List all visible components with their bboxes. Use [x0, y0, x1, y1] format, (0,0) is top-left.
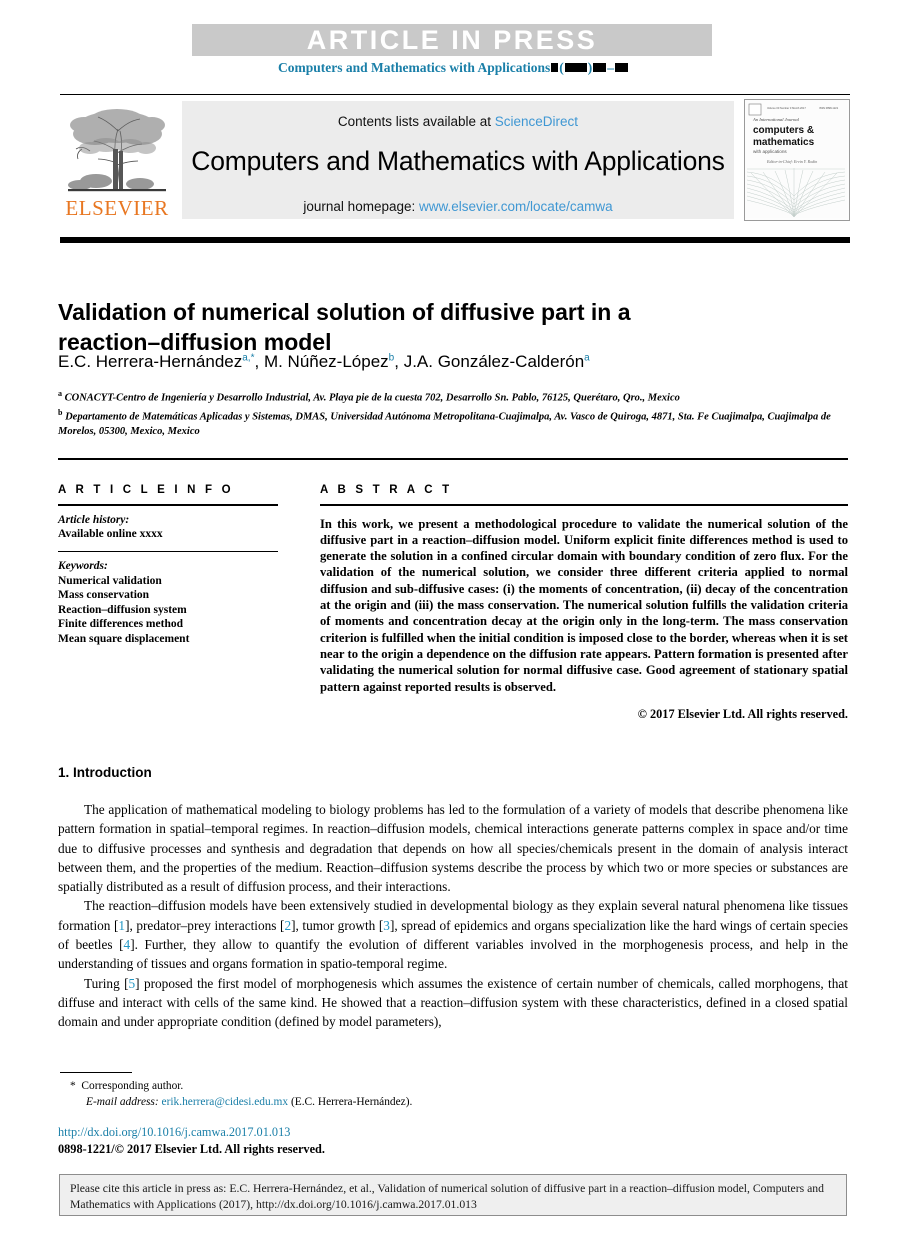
affiliation-mark-b: b — [58, 408, 63, 417]
para2-part-e: ]. Further, they allow to quantify the e… — [58, 937, 848, 972]
article-in-press-banner: ARTICLE IN PRESS — [192, 24, 712, 56]
placeholder-block-page-end — [615, 63, 628, 73]
doi-block: http://dx.doi.org/10.1016/j.camwa.2017.0… — [58, 1124, 325, 1157]
contents-prefix: Contents lists available at — [337, 114, 492, 129]
para2-part-c: ], tumor growth [ — [291, 917, 384, 933]
author-name-1: E.C. Herrera-Hernández — [58, 352, 243, 371]
journal-title: Computers and Mathematics with Applicati… — [191, 146, 725, 176]
corresponding-author-label: Corresponding author. — [81, 1080, 184, 1092]
affiliation-b: b Departamento de Matemáticas Aplicadas … — [58, 406, 848, 440]
abstract-column: A B S T R A C T In this work, we present… — [320, 484, 848, 722]
cite-this-article-box: Please cite this article in press as: E.… — [59, 1174, 847, 1216]
corresponding-author-note: * Corresponding author. — [70, 1078, 580, 1094]
paragraph-2: The reaction–diffusion models have been … — [58, 896, 848, 973]
abstract-rule — [320, 504, 848, 506]
issn-copyright: 0898-1221/© 2017 Elsevier Ltd. All right… — [58, 1141, 325, 1156]
journal-header-band: ELSEVIER Contents lists available at Sci… — [60, 94, 850, 223]
para2-part-b: ], predator–prey interactions [ — [125, 917, 285, 933]
footnote-block: * Corresponding author. E-mail address: … — [60, 1078, 580, 1110]
journal-homepage-link[interactable]: www.elsevier.com/locate/camwa — [419, 199, 613, 214]
placeholder-block-page-start — [593, 63, 607, 73]
author-affil-mark-3: a — [584, 352, 590, 364]
abstract-top-rule — [58, 458, 848, 460]
keywords-block: Keywords: Numerical validation Mass cons… — [58, 559, 278, 646]
keywords-label: Keywords: — [58, 560, 108, 573]
paragraph-3: Turing [5] proposed the first model of m… — [58, 974, 848, 1032]
journal-cover-image-icon: Volume 00 Number 0 Month 2017 ISSN 0898-… — [745, 100, 847, 218]
email-label: E-mail address: — [86, 1096, 159, 1108]
author-list: E.C. Herrera-Hernándeza,*, M. Núñez-Lópe… — [58, 352, 590, 371]
svg-text:with applications: with applications — [753, 149, 787, 154]
email-owner: (E.C. Herrera-Hernández). — [290, 1096, 413, 1108]
cite-this-article-text: Please cite this article in press as: E.… — [70, 1182, 824, 1211]
author-affil-mark-1: a,* — [242, 352, 255, 364]
footnote-rule — [60, 1072, 132, 1074]
doi-link[interactable]: http://dx.doi.org/10.1016/j.camwa.2017.0… — [58, 1124, 325, 1141]
article-history: Article history: Available online xxxx — [58, 513, 278, 542]
article-info-rule-mid — [58, 550, 278, 553]
running-head-journal: Computers and Mathematics with Applicati… — [277, 60, 551, 75]
affiliation-text-b: Departamento de Matemáticas Aplicadas y … — [58, 411, 831, 438]
paper-page: ARTICLE IN PRESS Computers and Mathemati… — [0, 0, 907, 1238]
elsevier-wordmark: ELSEVIER — [65, 196, 169, 220]
citation-3[interactable]: 3 — [383, 918, 390, 933]
asterisk-icon: * — [70, 1080, 76, 1092]
journal-info-box: Contents lists available at ScienceDirec… — [182, 101, 734, 219]
svg-text:ISSN 0898-1221: ISSN 0898-1221 — [819, 106, 839, 110]
author-name-3: J.A. González-Calderón — [403, 352, 585, 371]
keyword-item: Finite differences method — [58, 618, 183, 631]
homepage-prefix: journal homepage: — [303, 199, 416, 214]
article-info-heading: A R T I C L E I N F O — [58, 484, 234, 496]
keyword-item: Numerical validation — [58, 574, 162, 587]
paragraph-1: The application of mathematical modeling… — [58, 802, 848, 895]
journal-cover-thumbnail: Volume 00 Number 0 Month 2017 ISSN 0898-… — [744, 99, 850, 221]
abstract-text: In this work, we present a methodologica… — [320, 516, 848, 694]
author-affil-mark-2: b — [388, 352, 395, 364]
abstract-copyright: © 2017 Elsevier Ltd. All rights reserved… — [637, 706, 848, 721]
journal-homepage-line: journal homepage: www.elsevier.com/locat… — [182, 199, 734, 214]
para3-part-b: ] proposed the first model of morphogene… — [58, 975, 848, 1030]
running-head: Computers and Mathematics with Applicati… — [0, 60, 907, 76]
placeholder-block-year — [564, 63, 587, 73]
svg-text:computers &: computers & — [753, 125, 814, 136]
keyword-item: Mean square displacement — [58, 632, 190, 645]
body-text: The application of mathematical modeling… — [58, 800, 848, 1032]
keyword-item: Reaction–diffusion system — [58, 603, 187, 616]
email-note: E-mail address: erik.herrera@cidesi.edu.… — [86, 1094, 580, 1110]
svg-text:Editor-in-Chief: Ervin Y. Rodi: Editor-in-Chief: Ervin Y. Rodin — [766, 159, 817, 164]
svg-text:An International Journal: An International Journal — [752, 117, 800, 122]
keyword-item: Mass conservation — [58, 589, 150, 602]
page-title: Validation of numerical solution of diff… — [58, 299, 631, 356]
contents-list-line: Contents lists available at ScienceDirec… — [182, 101, 734, 129]
affiliation-mark-a: a — [58, 389, 62, 398]
section-heading-introduction: 1. Introduction — [58, 765, 152, 780]
para3-part-a: Turing [ — [84, 975, 129, 991]
affiliation-a: a CONACYT-Centro de Ingeniería y Desarro… — [58, 387, 848, 406]
article-in-press-label: ARTICLE IN PRESS — [306, 24, 598, 55]
article-history-value: Available online xxxx — [58, 528, 163, 541]
header-divider-rule — [60, 237, 850, 243]
email-link[interactable]: erik.herrera@cidesi.edu.mx — [162, 1096, 289, 1108]
author-name-2: M. Núñez-López — [263, 352, 389, 371]
sciencedirect-link[interactable]: ScienceDirect — [495, 114, 578, 129]
abstract-heading: A B S T R A C T — [320, 484, 453, 496]
affiliation-text-a: CONACYT-Centro de Ingeniería y Desarroll… — [64, 392, 680, 404]
affiliations: a CONACYT-Centro de Ingeniería y Desarro… — [58, 387, 848, 440]
elsevier-tree-icon — [64, 103, 170, 195]
article-history-label: Article history: — [58, 513, 130, 526]
elsevier-logo: ELSEVIER — [60, 101, 174, 221]
svg-text:Volume 00 Number 0 Month 201: Volume 00 Number 0 Month 2017 — [767, 106, 806, 110]
svg-text:mathematics: mathematics — [753, 137, 815, 148]
article-info-rule-top — [58, 504, 278, 506]
article-info-column: A R T I C L E I N F O Article history: A… — [58, 484, 278, 646]
placeholder-block-volume — [551, 63, 559, 73]
